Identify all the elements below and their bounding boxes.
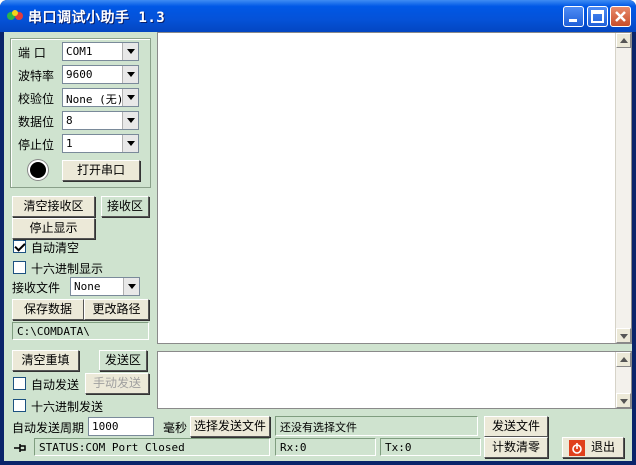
chevron-down-icon[interactable] (122, 89, 138, 106)
ms-label: 毫秒 (163, 421, 188, 435)
period-input[interactable]: 1000 (88, 417, 154, 436)
send-textarea[interactable] (157, 351, 632, 409)
tx-counter: Tx:0 (380, 438, 481, 456)
receive-area-label: 接收区 (101, 196, 149, 217)
file-status-display: 还没有选择文件 (275, 416, 478, 436)
app-window: 串口调试小助手 1.3 端 口 COM1 波特率 9600 校验位 None (… (0, 0, 636, 465)
hex-display-checkbox[interactable] (13, 261, 26, 274)
minimize-icon (569, 19, 577, 22)
hex-send-label: 十六进制发送 (31, 400, 104, 414)
close-button[interactable] (610, 6, 631, 27)
exit-button[interactable]: 退出 (562, 437, 624, 458)
baud-label: 波特率 (18, 69, 55, 83)
auto-clear-checkbox[interactable] (13, 240, 26, 253)
count-clear-button[interactable]: 计数清零 (484, 437, 548, 458)
databits-select[interactable]: 8 (62, 111, 139, 130)
hex-display-label: 十六进制显示 (31, 262, 104, 276)
chevron-down-icon[interactable] (122, 135, 138, 152)
receive-file-label: 接收文件 (12, 281, 61, 295)
save-data-button[interactable]: 保存数据 (12, 299, 84, 320)
clear-receive-button[interactable]: 清空接收区 (12, 196, 95, 217)
chevron-down-icon[interactable] (122, 112, 138, 129)
scroll-up-icon[interactable] (616, 33, 631, 48)
scroll-down-icon[interactable] (616, 393, 631, 408)
parity-label: 校验位 (18, 92, 55, 106)
choose-send-file-button[interactable]: 选择发送文件 (190, 416, 270, 437)
app-icon (7, 10, 23, 20)
auto-send-checkbox[interactable] (13, 377, 26, 390)
maximize-button[interactable] (587, 6, 608, 27)
exit-label: 退出 (590, 440, 615, 454)
stopbits-select[interactable]: 1 (62, 134, 139, 153)
auto-send-label: 自动发送 (31, 378, 80, 392)
exit-icon (569, 440, 585, 456)
scroll-up-icon[interactable] (616, 352, 631, 367)
port-status-led-icon (30, 162, 46, 178)
chevron-down-icon[interactable] (122, 66, 138, 83)
databits-label: 数据位 (18, 115, 55, 129)
scroll-down-icon[interactable] (616, 328, 631, 343)
client-area: 端 口 COM1 波特率 9600 校验位 None (无) 数据位 8 停止位… (4, 32, 632, 461)
parity-select[interactable]: None (无) (62, 88, 139, 107)
minimize-button[interactable] (563, 6, 584, 27)
auto-clear-label: 自动清空 (31, 241, 80, 255)
manual-send-button[interactable]: 手动发送 (85, 373, 149, 394)
rx-counter: Rx:0 (275, 438, 376, 456)
save-path-display: C:\COMDATA\ (12, 322, 149, 340)
port-label: 端 口 (18, 46, 46, 60)
receive-scrollbar[interactable] (615, 33, 631, 343)
close-icon (615, 11, 626, 22)
status-text: STATUS:COM Port Closed (34, 438, 270, 456)
clear-send-button[interactable]: 清空重填 (12, 350, 79, 371)
chevron-down-icon[interactable] (123, 278, 139, 295)
open-port-button[interactable]: 打开串口 (62, 160, 140, 181)
window-title: 串口调试小助手 1.3 (28, 10, 166, 26)
receive-textarea[interactable] (157, 32, 632, 344)
baud-select[interactable]: 9600 (62, 65, 139, 84)
maximize-icon (591, 10, 604, 23)
send-area-label: 发送区 (99, 350, 147, 371)
pin-icon (14, 444, 26, 452)
chevron-down-icon[interactable] (122, 43, 138, 60)
hex-send-checkbox[interactable] (13, 399, 26, 412)
send-file-button[interactable]: 发送文件 (484, 416, 548, 437)
stop-display-button[interactable]: 停止显示 (12, 218, 95, 239)
receive-file-select[interactable]: None (70, 277, 140, 296)
change-path-button[interactable]: 更改路径 (84, 299, 149, 320)
period-label: 自动发送周期 (12, 421, 85, 435)
title-bar[interactable]: 串口调试小助手 1.3 (0, 0, 636, 32)
send-scrollbar[interactable] (615, 352, 631, 408)
port-select[interactable]: COM1 (62, 42, 139, 61)
stopbits-label: 停止位 (18, 138, 55, 152)
